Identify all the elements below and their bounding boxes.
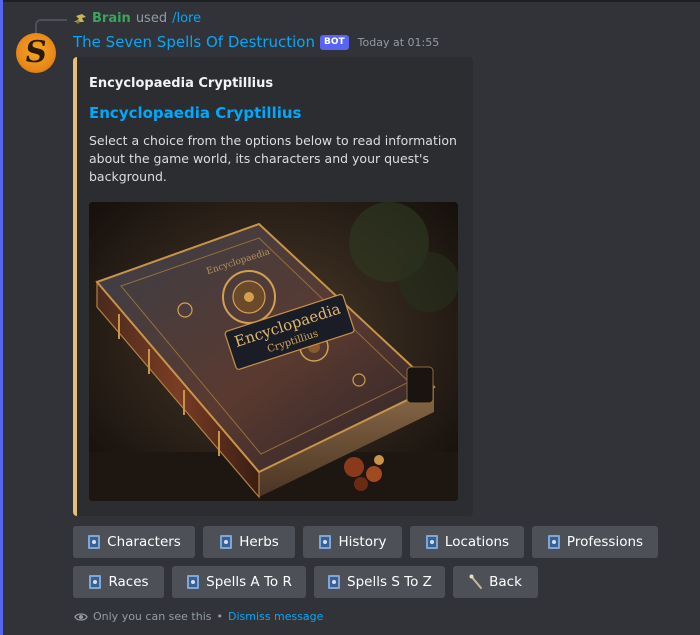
book-icon [87, 534, 101, 550]
history-button[interactable]: History [303, 526, 402, 558]
characters-label: Characters [107, 534, 181, 550]
reply-context[interactable]: Brain used /lore [73, 11, 201, 26]
spells-s-to-z-label: Spells S To Z [347, 574, 432, 590]
book-icon [425, 534, 439, 550]
ephemeral-notice: Only you can see this • Dismiss message [74, 610, 323, 623]
races-button[interactable]: Races [73, 566, 164, 598]
avatar-logo-icon: S [22, 35, 50, 70]
bot-avatar[interactable]: S [16, 33, 56, 73]
herbs-label: Herbs [239, 534, 279, 550]
book-icon [327, 574, 341, 590]
spells-a-to-r-button[interactable]: Spells A To R [172, 566, 306, 598]
slash-command-icon [74, 13, 86, 24]
locations-button[interactable]: Locations [410, 526, 524, 558]
message-frame: Brain used /lore S The Seven Spells Of D… [0, 0, 700, 635]
embed-author: Encyclopaedia Cryptillius [89, 76, 274, 91]
dismiss-message-link[interactable]: Dismiss message [228, 610, 323, 623]
locations-label: Locations [444, 534, 510, 550]
top-divider [0, 0, 700, 2]
spells-s-to-z-button[interactable]: Spells S To Z [314, 566, 445, 598]
back-label: Back [489, 574, 522, 590]
bot-badge: BOT [319, 34, 349, 50]
races-label: Races [108, 574, 149, 590]
reply-action: used [135, 11, 168, 26]
book-icon [547, 534, 561, 550]
embed-title[interactable]: Encyclopaedia Cryptillius [89, 104, 301, 122]
wand-icon [469, 574, 483, 590]
author-name[interactable]: The Seven Spells Of Destruction [73, 33, 315, 51]
highlight-bar [0, 0, 3, 635]
professions-label: Professions [566, 534, 644, 550]
embed-description: Select a choice from the options below t… [89, 133, 457, 184]
ephemeral-text: Only you can see this [93, 610, 212, 623]
message-header: The Seven Spells Of Destruction BOT Toda… [73, 33, 439, 51]
book-icon [88, 574, 102, 590]
book-icon [219, 534, 233, 550]
book-icon [186, 574, 200, 590]
eye-icon [74, 612, 88, 621]
reply-spine [35, 19, 67, 33]
book-icon [318, 534, 332, 550]
herbs-button[interactable]: Herbs [203, 526, 295, 558]
reply-command[interactable]: /lore [172, 11, 201, 26]
spells-a-to-r-label: Spells A To R [206, 574, 292, 590]
book-illustration: Encyclopaedia Cryptillius Encyclopaedia [89, 202, 458, 501]
history-label: History [338, 534, 387, 550]
back-button[interactable]: Back [453, 566, 538, 598]
message-timestamp: Today at 01:55 [357, 35, 440, 49]
embed-card: Encyclopaedia Cryptillius Encyclopaedia … [73, 57, 473, 516]
footer-separator: • [216, 610, 224, 623]
professions-button[interactable]: Professions [532, 526, 658, 558]
reply-user-name[interactable]: Brain [92, 11, 131, 26]
embed-image[interactable]: Encyclopaedia Cryptillius Encyclopaedia [89, 202, 458, 501]
characters-button[interactable]: Characters [73, 526, 195, 558]
